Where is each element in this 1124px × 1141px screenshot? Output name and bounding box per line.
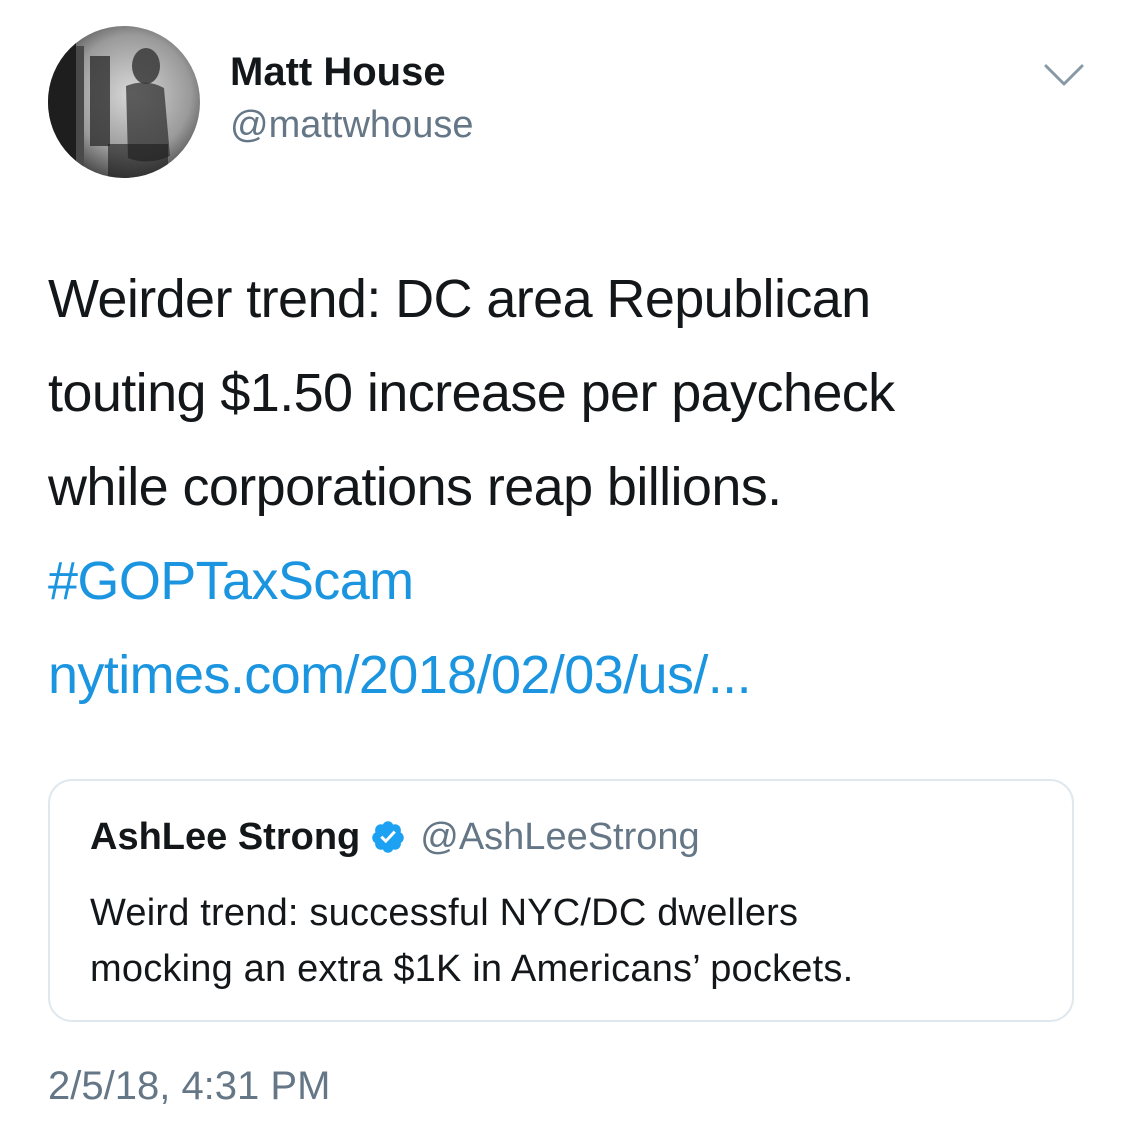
quoted-tweet-text-line: Weird trend: successful NYC/DC dwellers (90, 892, 799, 934)
verified-badge-icon (370, 819, 406, 855)
avatar[interactable] (48, 26, 200, 178)
tweet-text-line: touting $1.50 increase per paycheck (48, 363, 895, 423)
quoted-tweet-text-line: mocking an extra $1K in Americans’ pocke… (90, 948, 854, 990)
author-handle[interactable]: @mattwhouse (230, 102, 473, 148)
author-display-name[interactable]: Matt House (230, 48, 446, 96)
avatar-image (48, 26, 200, 178)
article-link[interactable]: nytimes.com/2018/02/03/us/... (48, 645, 752, 705)
tweet-text: Weirder trend: DC area Republican toutin… (48, 252, 1088, 722)
tweet-text-line: while corporations reap billions. (48, 457, 782, 517)
hashtag-link[interactable]: #GOPTaxScam (48, 551, 414, 611)
tweet-text-line: Weirder trend: DC area Republican (48, 269, 871, 329)
quoted-author-display-name: AshLee Strong (90, 815, 361, 858)
tweet-timestamp: 2/5/18, 4:31 PM (48, 1064, 331, 1108)
quoted-tweet-header: AshLee Strong @AshLeeStrong (90, 813, 700, 861)
quoted-tweet-card[interactable]: AshLee Strong @AshLeeStrong Weird trend:… (48, 779, 1074, 1022)
quoted-author-handle: @AshLeeStrong (420, 815, 700, 858)
quoted-tweet-text: Weird trend: successful NYC/DC dwellers … (90, 885, 1050, 997)
chevron-down-icon[interactable] (1042, 56, 1086, 96)
